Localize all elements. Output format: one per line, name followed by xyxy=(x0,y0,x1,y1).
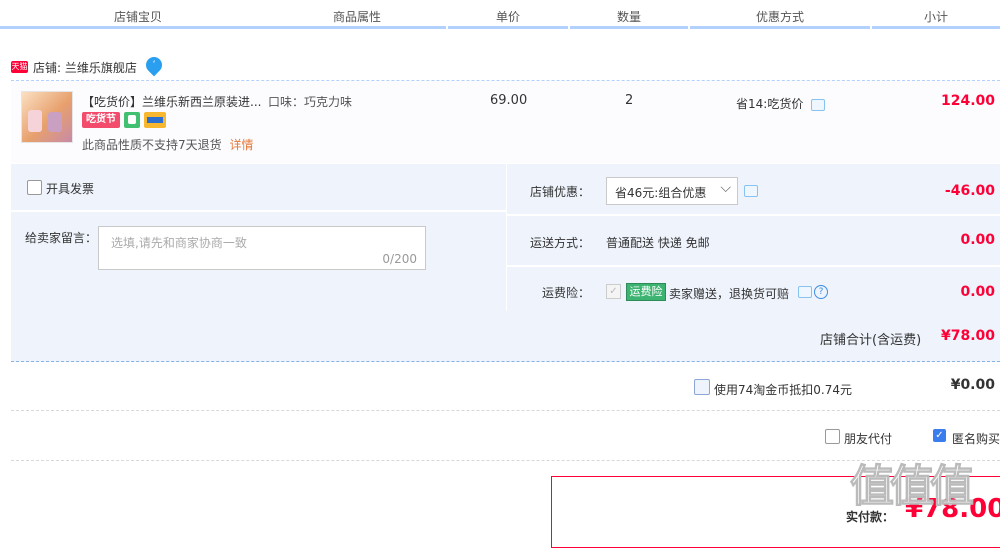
insurance-badge: 运费险 xyxy=(626,283,666,301)
eat-festival-badge: 吃货节 xyxy=(82,112,120,128)
service-badge-icon xyxy=(124,112,140,128)
header-price: 单价 xyxy=(448,0,568,29)
details-link[interactable]: 详情 xyxy=(229,138,253,152)
item-thumbnail[interactable] xyxy=(21,91,73,143)
header-qty: 数量 xyxy=(570,0,688,29)
divider xyxy=(507,214,1000,216)
message-bubble-icon[interactable] xyxy=(811,99,825,111)
shipping-label: 运送方式： xyxy=(530,236,591,250)
message-bubble-icon[interactable] xyxy=(744,185,758,197)
watermark-char: 值 xyxy=(930,461,975,513)
tmall-logo-icon: 天猫 xyxy=(11,61,28,73)
credit-card-badge-icon xyxy=(144,112,166,128)
item-subtotal: 124.00 xyxy=(940,93,995,109)
insurance-label: 运费险： xyxy=(542,286,591,300)
invoice-label: 开具发票 xyxy=(46,182,95,196)
return-note-text: 此商品性质不支持7天退货 xyxy=(82,138,222,152)
seller-message-label: 给卖家留言： xyxy=(25,231,98,245)
shop-total-label: 店铺合计(含运费) xyxy=(820,333,922,348)
insurance-checkbox: ✓ xyxy=(606,284,621,299)
item-return-note: 此商品性质不支持7天退货 详情 xyxy=(82,136,253,153)
divider xyxy=(11,410,1000,411)
coins-checkbox[interactable] xyxy=(694,379,710,395)
shipping-amount: 0.00 xyxy=(960,232,995,248)
seller-message-placeholder: 选填,请先和商家协商一致 xyxy=(111,236,247,250)
message-bubble-icon[interactable] xyxy=(798,286,812,298)
insurance-amount: 0.00 xyxy=(960,284,995,300)
friend-pay-checkbox[interactable] xyxy=(825,429,840,444)
shipping-value: 普通配送 快递 免邮 xyxy=(606,236,710,250)
coins-amount: ¥0.00 xyxy=(950,377,995,393)
header-subtotal: 小计 xyxy=(872,0,1000,29)
insurance-value: 卖家赠送，退换货可赔 xyxy=(669,287,790,301)
anonymous-checkbox[interactable]: ✓ xyxy=(933,429,946,442)
shop-discount-amount: -46.00 xyxy=(944,183,995,199)
item-discount: 省14:吃货价 xyxy=(736,97,804,111)
shop-name[interactable]: 店铺: 兰维乐旗舰店 xyxy=(33,59,137,76)
watermark-logo: 值值值 xyxy=(850,450,975,514)
header-discount: 优惠方式 xyxy=(690,0,870,29)
divider xyxy=(11,210,506,212)
watermark-char: 值 xyxy=(850,461,895,513)
anonymous-label: 匿名购买 xyxy=(952,432,1000,446)
header-shop-item: 店铺宝贝 xyxy=(0,0,276,29)
friend-pay-label: 朋友代付 xyxy=(844,432,893,446)
item-price: 69.00 xyxy=(490,93,528,108)
table-header: 店铺宝贝 商品属性 单价 数量 优惠方式 小计 xyxy=(0,0,1000,29)
seller-message-input[interactable]: 选填,请先和商家协商一致 0/200 xyxy=(98,226,426,270)
header-attr: 商品属性 xyxy=(268,0,446,29)
coins-label: 使用74淘金币抵扣0.74元 xyxy=(714,383,852,397)
chevron-down-icon: ⌵ xyxy=(720,180,731,196)
shop-discount-label: 店铺优惠： xyxy=(530,185,591,199)
item-title[interactable]: 【吃货价】兰维乐新西兰原装进... xyxy=(82,93,261,110)
shop-discount-select[interactable]: 省46元:组合优惠 ⌵ xyxy=(606,177,738,205)
help-circle-icon[interactable]: ? xyxy=(814,285,828,299)
watermark-char: 值 xyxy=(890,461,935,513)
item-attr: 口味：巧克力味 xyxy=(268,95,353,109)
item-qty: 2 xyxy=(625,93,634,108)
invoice-checkbox[interactable] xyxy=(27,180,42,195)
divider xyxy=(507,265,1000,267)
wangwang-chat-icon[interactable]: ʻ xyxy=(142,53,166,77)
shop-discount-selected: 省46元:组合优惠 xyxy=(615,186,707,200)
char-counter: 0/200 xyxy=(382,252,417,266)
shop-total-amount: ¥78.00 xyxy=(940,328,995,344)
